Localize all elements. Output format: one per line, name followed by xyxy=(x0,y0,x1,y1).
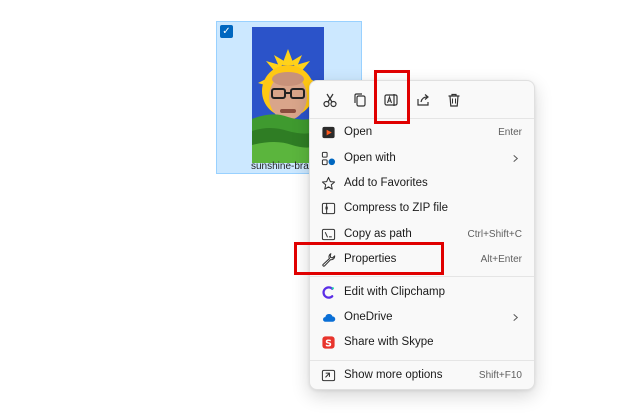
star-icon xyxy=(320,175,336,191)
cut-icon xyxy=(323,93,337,108)
menu-item-label: Open with xyxy=(344,152,396,164)
path-icon xyxy=(320,226,336,242)
menu-item-label: Share with Skype xyxy=(344,336,434,348)
cloud-icon xyxy=(320,309,336,325)
clipchamp-icon xyxy=(320,284,336,300)
menu-item-compress[interactable]: Compress to ZIP file xyxy=(314,196,530,220)
menu-item-onedrive[interactable]: OneDrive xyxy=(314,305,530,329)
zip-icon xyxy=(320,200,336,216)
media-player-icon xyxy=(320,124,336,140)
wrench-icon xyxy=(320,251,336,267)
menu-item-label: Add to Favorites xyxy=(344,177,428,189)
menu-item-label: Properties xyxy=(344,253,397,265)
menu-item-favorites[interactable]: Add to Favorites xyxy=(314,171,530,195)
desktop-stage: ✓ sunshine-bran Open Enter Open with Add… xyxy=(0,0,620,419)
copy-button[interactable] xyxy=(349,89,371,111)
menu-divider xyxy=(310,276,534,277)
menu-item-copy-path[interactable]: Copy as path Ctrl+Shift+C xyxy=(314,222,530,246)
menu-item-open[interactable]: Open Enter xyxy=(314,120,530,144)
chevron-right-icon xyxy=(510,312,520,322)
context-menu: Open Enter Open with Add to Favorites Co… xyxy=(309,80,535,390)
menu-item-shortcut: Shift+F10 xyxy=(478,369,522,381)
menu-item-shortcut: Enter xyxy=(498,126,522,138)
menu-divider xyxy=(310,360,534,361)
more-options-icon xyxy=(320,367,336,383)
menu-item-label: Open xyxy=(344,126,373,138)
menu-item-more-options[interactable]: Show more options Shift+F10 xyxy=(314,363,530,387)
menu-item-open-with[interactable]: Open with xyxy=(314,146,530,170)
chevron-right-icon xyxy=(510,153,520,163)
menu-item-shortcut: Ctrl+Shift+C xyxy=(467,228,522,240)
skype-icon: S xyxy=(320,334,336,350)
menu-item-label: Compress to ZIP file xyxy=(344,202,448,214)
check-icon[interactable]: ✓ xyxy=(220,25,233,38)
delete-icon xyxy=(448,93,460,107)
menu-item-label: OneDrive xyxy=(344,311,393,323)
rename-button[interactable] xyxy=(380,89,402,111)
svg-text:S: S xyxy=(325,338,332,349)
menu-item-shortcut: Alt+Enter xyxy=(480,253,522,265)
cut-button[interactable] xyxy=(319,89,341,111)
quick-actions-bar xyxy=(310,81,534,117)
menu-item-label: Edit with Clipchamp xyxy=(344,286,445,298)
share-button[interactable] xyxy=(412,89,434,111)
menu-item-properties[interactable]: Properties Alt+Enter xyxy=(314,247,530,271)
menu-item-label: Copy as path xyxy=(344,228,412,240)
menu-item-skype[interactable]: S Share with Skype xyxy=(314,330,530,354)
menu-divider xyxy=(310,118,534,119)
delete-button[interactable] xyxy=(443,89,465,111)
rename-icon xyxy=(384,94,398,106)
menu-item-clipchamp[interactable]: Edit with Clipchamp xyxy=(314,280,530,304)
open-with-icon xyxy=(320,150,336,166)
menu-item-label: Show more options xyxy=(344,369,443,381)
copy-icon xyxy=(354,93,366,107)
share-icon xyxy=(417,94,429,106)
